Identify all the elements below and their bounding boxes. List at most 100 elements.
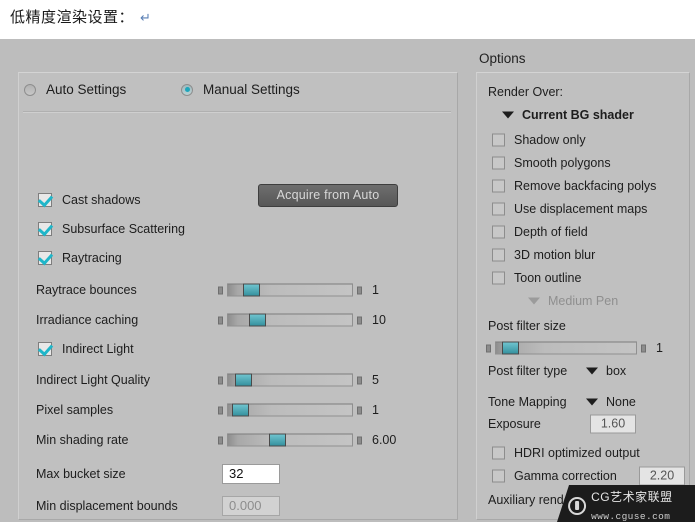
- slider-track[interactable]: [227, 313, 353, 327]
- row-use-displacement-maps[interactable]: Use displacement maps: [476, 199, 690, 219]
- irradiance-caching-slider[interactable]: [218, 313, 362, 327]
- row-subsurface-scattering[interactable]: Subsurface Scattering: [0, 218, 440, 240]
- row-max-bucket-size: Max bucket size 32: [0, 463, 440, 485]
- slider-thumb[interactable]: [249, 313, 267, 327]
- slider-track[interactable]: [227, 433, 353, 447]
- use-displacement-maps-checkbox[interactable]: [492, 202, 505, 216]
- slider-track[interactable]: [227, 373, 353, 387]
- row-pixel-samples: Pixel samples 1: [0, 399, 440, 421]
- watermark-content: CG艺术家联盟 www.cguse.com: [568, 488, 673, 522]
- radio-auto-settings-label: Auto Settings: [46, 82, 127, 97]
- row-hdri-optimized-output[interactable]: HDRI optimized output: [476, 443, 690, 463]
- watermark-name: CG艺术家联盟: [591, 490, 673, 504]
- row-indirect-light[interactable]: Indirect Light: [0, 338, 440, 360]
- raytracing-checkbox[interactable]: [38, 251, 52, 265]
- options-panel-content: Render Over: Current BG shader Shadow on…: [476, 72, 690, 520]
- max-bucket-size-input[interactable]: 32: [222, 464, 280, 484]
- gamma-correction-label: Gamma correction: [514, 469, 617, 483]
- indirect-light-checkbox[interactable]: [38, 342, 52, 356]
- slider-thumb[interactable]: [501, 341, 519, 355]
- toon-outline-label: Toon outline: [514, 271, 582, 285]
- slider-decrement-tick[interactable]: [218, 436, 223, 444]
- subsurface-scattering-checkbox[interactable]: [38, 222, 52, 236]
- row-remove-backfacing-polys[interactable]: Remove backfacing polys: [476, 176, 690, 196]
- render-over-value: Current BG shader: [522, 108, 634, 122]
- render-over-label: Render Over:: [488, 85, 564, 99]
- slider-track[interactable]: [227, 403, 353, 417]
- pixel-samples-value: 1: [372, 403, 379, 417]
- slider-decrement-tick[interactable]: [218, 376, 223, 384]
- row-irradiance-caching: Irradiance caching 10: [0, 309, 440, 331]
- site-watermark: CG艺术家联盟 www.cguse.com: [557, 485, 695, 522]
- radio-manual-settings[interactable]: Manual Settings: [181, 82, 300, 97]
- tone-mapping-label: Tone Mapping: [488, 395, 567, 409]
- row-toon-pen-dropdown[interactable]: Medium Pen: [476, 291, 690, 311]
- slider-thumb[interactable]: [268, 433, 286, 447]
- row-render-over-dropdown[interactable]: Current BG shader: [476, 105, 690, 125]
- depth-of-field-checkbox[interactable]: [492, 225, 505, 239]
- post-filter-size-slider[interactable]: [486, 341, 646, 355]
- post-filter-size-value: 1: [656, 341, 663, 355]
- settings-mode-group: Auto Settings Manual Settings: [19, 73, 457, 111]
- row-min-shading-rate: Min shading rate 6.00: [0, 429, 440, 451]
- slider-decrement-tick[interactable]: [218, 286, 223, 294]
- mode-divider: [23, 111, 451, 113]
- slider-increment-tick[interactable]: [357, 376, 362, 384]
- chevron-down-icon[interactable]: [528, 297, 540, 305]
- slider-increment-tick[interactable]: [357, 286, 362, 294]
- slider-decrement-tick[interactable]: [218, 316, 223, 324]
- slider-decrement-tick[interactable]: [486, 344, 491, 352]
- pixel-samples-label: Pixel samples: [36, 403, 114, 417]
- row-cast-shadows[interactable]: Cast shadows: [0, 189, 440, 211]
- min-displacement-bounds-input[interactable]: 0.000: [222, 496, 280, 516]
- smooth-polygons-checkbox[interactable]: [492, 156, 505, 170]
- shadow-only-checkbox[interactable]: [492, 133, 505, 147]
- pixel-samples-slider[interactable]: [218, 403, 362, 417]
- slider-increment-tick[interactable]: [641, 344, 646, 352]
- row-indirect-light-quality: Indirect Light Quality 5: [0, 369, 440, 391]
- row-smooth-polygons[interactable]: Smooth polygons: [476, 153, 690, 173]
- exposure-input[interactable]: 1.60: [590, 414, 636, 434]
- slider-track[interactable]: [227, 283, 353, 297]
- slider-thumb[interactable]: [235, 373, 253, 387]
- row-3d-motion-blur[interactable]: 3D motion blur: [476, 245, 690, 265]
- slider-increment-tick[interactable]: [357, 316, 362, 324]
- indirect-light-quality-slider[interactable]: [218, 373, 362, 387]
- tone-mapping-value: None: [606, 395, 636, 409]
- remove-backfacing-polys-checkbox[interactable]: [492, 179, 505, 193]
- slider-decrement-tick[interactable]: [218, 406, 223, 414]
- motion-blur-checkbox[interactable]: [492, 248, 505, 262]
- slider-thumb[interactable]: [242, 283, 260, 297]
- row-toon-outline[interactable]: Toon outline: [476, 268, 690, 288]
- chevron-down-icon[interactable]: [502, 111, 514, 119]
- toon-outline-checkbox[interactable]: [492, 271, 505, 285]
- render-settings-window: Auto Settings Manual Settings Acquire fr…: [0, 39, 695, 522]
- screenshot-root: 低精度渲染设置： ↵ Auto Settings Manual Settings …: [0, 0, 695, 522]
- row-raytracing[interactable]: Raytracing: [0, 247, 440, 269]
- row-depth-of-field[interactable]: Depth of field: [476, 222, 690, 242]
- row-post-filter-type[interactable]: Post filter type box: [476, 361, 690, 381]
- max-bucket-size-label: Max bucket size: [36, 467, 126, 481]
- row-shadow-only[interactable]: Shadow only: [476, 130, 690, 150]
- min-shading-rate-slider[interactable]: [218, 433, 362, 447]
- radio-manual-settings-dot: [181, 83, 193, 96]
- watermark-text: CG艺术家联盟 www.cguse.com: [591, 488, 673, 522]
- gamma-correction-checkbox[interactable]: [492, 469, 505, 483]
- post-filter-type-label: Post filter type: [488, 364, 568, 378]
- row-exposure: Exposure 1.60: [476, 414, 690, 434]
- row-gamma-correction[interactable]: Gamma correction 2.20: [476, 466, 690, 486]
- chevron-down-icon[interactable]: [586, 398, 598, 406]
- slider-thumb[interactable]: [231, 403, 249, 417]
- slider-track[interactable]: [495, 341, 637, 355]
- cast-shadows-checkbox[interactable]: [38, 193, 52, 207]
- slider-increment-tick[interactable]: [357, 436, 362, 444]
- row-tone-mapping[interactable]: Tone Mapping None: [476, 392, 690, 412]
- chevron-down-icon[interactable]: [586, 367, 598, 375]
- radio-auto-settings[interactable]: Auto Settings: [24, 82, 126, 97]
- raytrace-bounces-slider[interactable]: [218, 283, 362, 297]
- hdri-optimized-output-checkbox[interactable]: [492, 446, 505, 460]
- gamma-correction-input[interactable]: 2.20: [639, 466, 685, 486]
- slider-increment-tick[interactable]: [357, 406, 362, 414]
- irradiance-caching-value: 10: [372, 313, 386, 327]
- document-title-text: 低精度渲染设置：: [10, 9, 135, 26]
